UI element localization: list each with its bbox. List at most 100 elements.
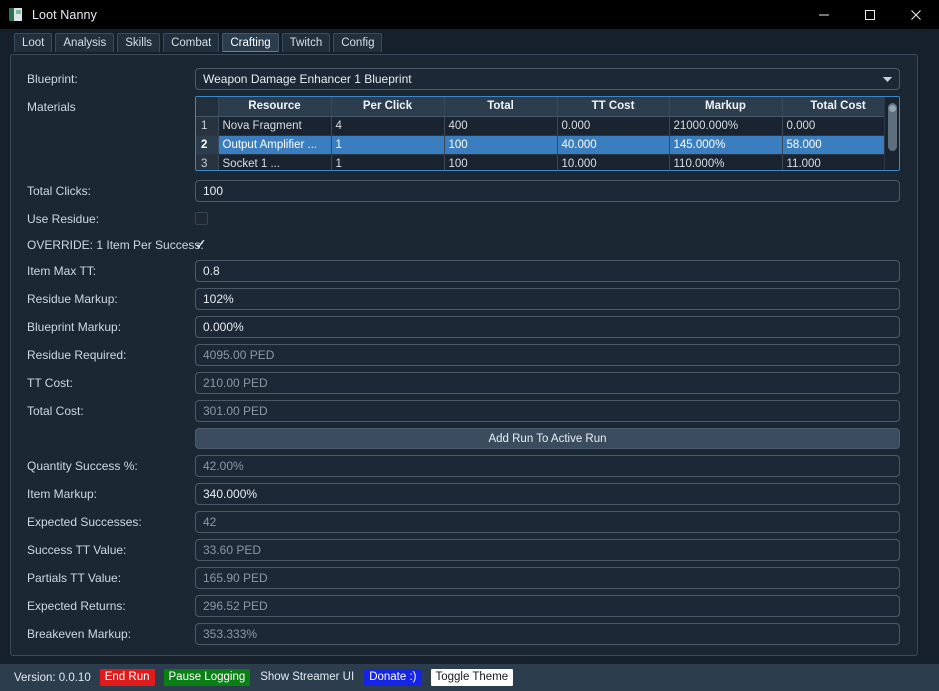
blueprint-row: Blueprint: Weapon Damage Enhancer 1 Blue… xyxy=(27,68,900,90)
cell-total[interactable]: 100 xyxy=(444,154,558,170)
total-cost-value xyxy=(195,400,900,422)
tt-cost-row: TT Cost: xyxy=(27,372,900,394)
pause-logging-button[interactable]: Pause Logging xyxy=(163,669,251,686)
item-max-tt-input[interactable] xyxy=(195,260,900,282)
expected-successes-value xyxy=(195,511,900,533)
use-residue-row: Use Residue: xyxy=(27,208,900,230)
override-one-item-row: OVERRIDE: 1 Item Per Success: ✓ xyxy=(27,234,900,256)
item-markup-row: Item Markup: xyxy=(27,483,900,505)
materials-table: Resource Per Click Total TT Cost Markup … xyxy=(196,97,884,170)
column-header-markup[interactable]: Markup xyxy=(669,97,783,117)
residue-required-row: Residue Required: xyxy=(27,344,900,366)
column-header-tt-cost[interactable]: TT Cost xyxy=(557,97,670,117)
version-label: Version: 0.0.10 xyxy=(14,671,91,684)
success-tt-value xyxy=(195,539,900,561)
donate-button[interactable]: Donate :) xyxy=(364,669,422,686)
status-bar: Version: 0.0.10 End Run Pause Logging Sh… xyxy=(0,664,939,691)
total-clicks-label: Total Clicks: xyxy=(27,184,92,198)
cell-markup[interactable]: 145.000% xyxy=(669,135,783,155)
row-index[interactable]: 2 xyxy=(196,135,219,155)
panel-right-gutter xyxy=(928,52,939,664)
cell-tt-cost[interactable]: 40.000 xyxy=(557,135,670,155)
column-header-per-click[interactable]: Per Click xyxy=(331,97,445,117)
breakeven-markup-label: Breakeven Markup: xyxy=(27,627,132,641)
close-icon[interactable] xyxy=(893,0,939,29)
window-title: Loot Nanny xyxy=(32,7,97,22)
cell-resource[interactable]: Output Amplifier ... xyxy=(218,135,332,155)
row-index[interactable]: 3 xyxy=(196,154,219,170)
title-bar: Loot Nanny xyxy=(0,0,939,29)
cell-total-cost[interactable]: 0.000 xyxy=(782,116,884,136)
residue-markup-label: Residue Markup: xyxy=(27,292,118,306)
tab-crafting[interactable]: Crafting xyxy=(222,33,279,53)
column-header-resource[interactable]: Resource xyxy=(218,97,332,117)
materials-row: Materials Resource Per Click Total TT Co… xyxy=(27,96,900,171)
tab-skills[interactable]: Skills xyxy=(117,33,161,52)
materials-label: Materials xyxy=(27,100,76,114)
blueprint-value[interactable]: Weapon Damage Enhancer 1 Blueprint xyxy=(195,68,900,90)
total-clicks-row: Total Clicks: xyxy=(27,180,900,202)
cell-resource[interactable]: Socket 1 ... xyxy=(218,154,332,170)
residue-markup-input[interactable] xyxy=(195,288,900,310)
tab-config[interactable]: Config xyxy=(333,33,383,52)
total-cost-label: Total Cost: xyxy=(27,404,84,418)
column-header-total[interactable]: Total xyxy=(444,97,558,117)
tab-twitch[interactable]: Twitch xyxy=(281,33,331,52)
override-one-item-checkbox[interactable]: ✓ xyxy=(195,236,210,252)
total-clicks-input[interactable] xyxy=(195,180,900,202)
materials-table-scroll: Resource Per Click Total TT Cost Markup … xyxy=(196,97,884,170)
cell-markup[interactable]: 110.000% xyxy=(669,154,783,170)
blueprint-label: Blueprint: xyxy=(27,72,78,86)
cell-total-cost[interactable]: 58.000 xyxy=(782,135,884,155)
materials-table-scrollbar[interactable] xyxy=(884,97,899,170)
blueprint-markup-input[interactable] xyxy=(195,316,900,338)
maximize-icon[interactable] xyxy=(847,0,893,29)
use-residue-label: Use Residue: xyxy=(27,212,100,226)
blueprint-combobox[interactable]: Weapon Damage Enhancer 1 Blueprint xyxy=(195,68,900,90)
cell-per-click[interactable]: 1 xyxy=(331,154,445,170)
cell-total-cost[interactable]: 11.000 xyxy=(782,154,884,170)
crafting-panel-area: Blueprint: Weapon Damage Enhancer 1 Blue… xyxy=(0,52,939,664)
use-residue-checkbox[interactable] xyxy=(195,212,208,225)
table-header-row: Resource Per Click Total TT Cost Markup … xyxy=(196,97,884,117)
cell-resource[interactable]: Nova Fragment xyxy=(218,116,332,136)
cell-tt-cost[interactable]: 0.000 xyxy=(557,116,670,136)
end-run-button[interactable]: End Run xyxy=(99,669,155,686)
expected-successes-label: Expected Successes: xyxy=(27,515,142,529)
app-icon xyxy=(9,8,22,21)
item-markup-input[interactable] xyxy=(195,483,900,505)
success-tt-value-row: Success TT Value: xyxy=(27,539,900,561)
blueprint-markup-label: Blueprint Markup: xyxy=(27,320,122,334)
table-row[interactable]: 3 Socket 1 ... 1 100 10.000 110.000% 11.… xyxy=(196,154,884,170)
table-row[interactable]: 2 Output Amplifier ... 1 100 40.000 145.… xyxy=(196,135,884,155)
add-run-to-active-run-button[interactable]: Add Run To Active Run xyxy=(195,428,900,449)
minimize-icon[interactable] xyxy=(801,0,847,29)
cell-total[interactable]: 100 xyxy=(444,135,558,155)
cell-tt-cost[interactable]: 10.000 xyxy=(557,154,670,170)
override-one-item-label: OVERRIDE: 1 Item Per Success: xyxy=(27,238,204,252)
cell-per-click[interactable]: 4 xyxy=(331,116,445,136)
residue-required-value xyxy=(195,344,900,366)
add-run-row: Add Run To Active Run xyxy=(27,428,900,449)
residue-required-label: Residue Required: xyxy=(27,348,127,362)
crafting-panel: Blueprint: Weapon Damage Enhancer 1 Blue… xyxy=(10,54,918,656)
column-header-index[interactable] xyxy=(196,97,219,117)
application-window: Loot Nanny Loot Analysis Skills Combat C… xyxy=(0,0,939,691)
row-index[interactable]: 1 xyxy=(196,116,219,136)
tab-combat[interactable]: Combat xyxy=(163,33,220,52)
show-streamer-ui-button[interactable]: Show Streamer UI xyxy=(259,669,355,686)
materials-table-container: Resource Per Click Total TT Cost Markup … xyxy=(195,96,900,171)
tab-analysis[interactable]: Analysis xyxy=(55,33,115,52)
cell-total[interactable]: 400 xyxy=(444,116,558,136)
cell-markup[interactable]: 21000.000% xyxy=(669,116,783,136)
tab-loot[interactable]: Loot xyxy=(14,33,53,52)
scrollbar-thumb[interactable] xyxy=(888,103,897,151)
toggle-theme-button[interactable]: Toggle Theme xyxy=(430,669,514,686)
tt-cost-value xyxy=(195,372,900,394)
column-header-total-cost[interactable]: Total Cost xyxy=(782,97,884,117)
expected-successes-row: Expected Successes: xyxy=(27,511,900,533)
breakeven-markup-row: Breakeven Markup: xyxy=(27,623,900,645)
cell-per-click[interactable]: 1 xyxy=(331,135,445,155)
table-row[interactable]: 1 Nova Fragment 4 400 0.000 21000.000% 0… xyxy=(196,116,884,136)
expected-returns-row: Expected Returns: xyxy=(27,595,900,617)
